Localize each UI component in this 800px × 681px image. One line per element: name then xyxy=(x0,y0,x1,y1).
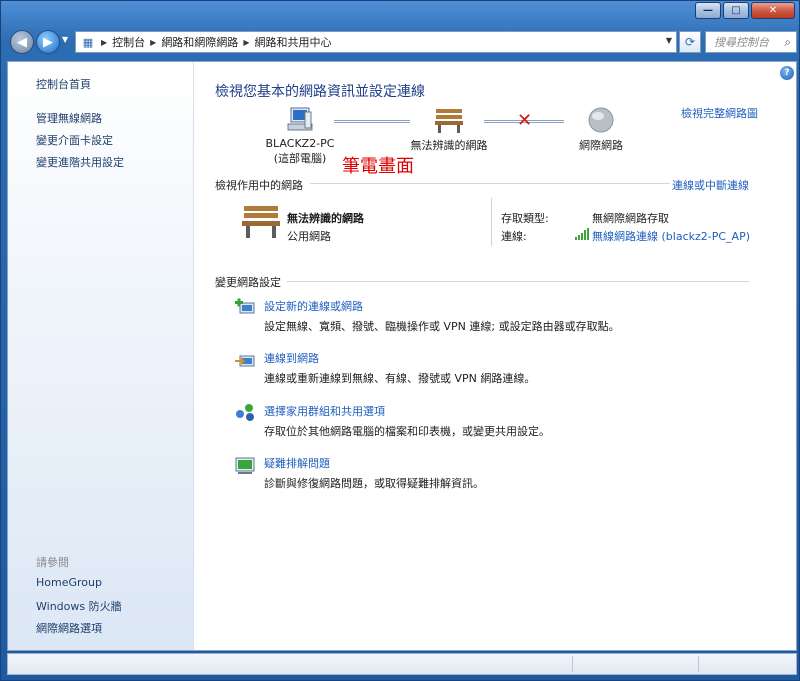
sidebar: 控制台首頁 管理無線網路 變更介面卡設定 變更進階共用設定 請參閱 HomeGr… xyxy=(8,62,194,650)
see-also-firewall[interactable]: Windows 防火牆 xyxy=(36,598,122,614)
address-dropdown-icon[interactable]: ▼ xyxy=(666,36,672,45)
vertical-divider xyxy=(491,198,492,246)
chevron-right-icon[interactable]: ▶ xyxy=(101,38,107,47)
connect-network-icon xyxy=(235,355,255,367)
page-title: 檢視您基本的網路資訊並設定連線 xyxy=(215,84,425,100)
help-icon[interactable]: ? xyxy=(780,66,794,80)
map-node-network[interactable]: 無法辨識的網路 xyxy=(394,106,504,153)
navigation-bar: ◀ ▶ ▼ ▦ ▶ 控制台 ▶ 網路和網際網路 ▶ 網路和共用中心 ▼ ⟳ 搜尋… xyxy=(7,27,797,57)
internet-label: 網際網路 xyxy=(579,139,623,152)
close-button[interactable]: ✕ xyxy=(751,2,795,19)
title-bar: — □ ✕ xyxy=(1,1,800,25)
search-input[interactable]: 搜尋控制台 ⌕ xyxy=(705,31,797,53)
task-connect-network[interactable]: 連線到網路 xyxy=(264,350,319,366)
section-divider xyxy=(287,281,749,282)
status-bar xyxy=(7,653,797,675)
see-also-internet-options[interactable]: 網際網路選項 xyxy=(36,620,102,636)
troubleshoot-icon xyxy=(235,457,255,474)
network-label: 無法辨識的網路 xyxy=(410,139,488,152)
status-divider xyxy=(698,656,699,672)
see-also-heading: 請參閱 xyxy=(36,556,69,569)
breadcrumb-control-panel[interactable]: 控制台 xyxy=(112,34,145,50)
breadcrumb-network-internet[interactable]: 網路和網際網路 xyxy=(161,34,238,50)
minimize-button[interactable]: — xyxy=(695,2,721,19)
content-area: 控制台首頁 管理無線網路 變更介面卡設定 變更進階共用設定 請參閱 HomeGr… xyxy=(7,61,797,651)
active-networks-heading: 檢視作用中的網路 xyxy=(215,179,303,192)
map-node-computer[interactable]: BLACKZ2-PC (這部電腦) xyxy=(250,106,350,166)
new-connection-icon xyxy=(235,298,255,314)
computer-icon xyxy=(287,107,313,131)
bench-icon xyxy=(242,206,280,238)
arrow-left-icon: ◀ xyxy=(17,34,27,50)
arrow-right-icon: ▶ xyxy=(43,34,53,50)
sidebar-link-advanced-sharing[interactable]: 變更進階共用設定 xyxy=(36,154,124,170)
active-network-name: 無法辨識的網路 xyxy=(287,212,364,225)
sidebar-home-link[interactable]: 控制台首頁 xyxy=(36,76,91,92)
refresh-button[interactable]: ⟳ xyxy=(679,31,701,53)
map-node-internet[interactable]: 網際網路 xyxy=(556,106,646,153)
maximize-button[interactable]: □ xyxy=(723,2,749,19)
task-troubleshoot[interactable]: 疑難排解問題 xyxy=(264,455,330,471)
full-map-link[interactable]: 檢視完整網路圖 xyxy=(681,105,758,121)
sidebar-link-manage-wireless[interactable]: 管理無線網路 xyxy=(36,110,102,126)
chevron-right-icon[interactable]: ▶ xyxy=(243,38,249,47)
access-type-label: 存取類型: xyxy=(501,212,549,225)
breadcrumb-network-sharing[interactable]: 網路和共用中心 xyxy=(254,34,331,50)
task-homegroup-sharing-desc: 存取位於其他網路電腦的檔案和印表機，或變更共用設定。 xyxy=(264,425,550,438)
sidebar-link-adapter-settings[interactable]: 變更介面卡設定 xyxy=(36,132,113,148)
globe-icon xyxy=(588,107,614,133)
homegroup-icon xyxy=(236,404,254,421)
recent-pages-dropdown[interactable]: ▼ xyxy=(62,35,68,44)
bench-icon xyxy=(435,109,463,133)
window-controls: — □ ✕ xyxy=(695,2,795,19)
section-divider xyxy=(310,183,670,184)
back-button[interactable]: ◀ xyxy=(10,30,34,54)
status-divider xyxy=(572,656,573,672)
no-connection-x-icon: ✕ xyxy=(517,110,533,131)
control-panel-icon: ▦ xyxy=(82,35,94,49)
change-settings-heading: 變更網路設定 xyxy=(215,276,281,289)
chevron-right-icon[interactable]: ▶ xyxy=(150,38,156,47)
active-network-type[interactable]: 公用網路 xyxy=(287,228,331,244)
forward-button[interactable]: ▶ xyxy=(36,30,60,54)
see-also-homegroup[interactable]: HomeGroup xyxy=(36,576,102,589)
computer-name: BLACKZ2-PC xyxy=(265,137,335,150)
search-placeholder: 搜尋控制台 xyxy=(714,36,769,49)
search-icon: ⌕ xyxy=(784,35,791,49)
refresh-icon: ⟳ xyxy=(684,35,696,49)
task-troubleshoot-desc: 診斷與修復網路問題，或取得疑難排解資訊。 xyxy=(264,477,484,490)
connections-label: 連線: xyxy=(501,230,527,243)
wireless-connection-link[interactable]: 無線網路連線 (blackz2-PC_AP) xyxy=(592,228,750,244)
connect-disconnect-link[interactable]: 連線或中斷連線 xyxy=(672,177,749,193)
address-bar[interactable]: ▦ ▶ 控制台 ▶ 網路和網際網路 ▶ 網路和共用中心 ▼ xyxy=(75,31,677,53)
computer-subtitle: (這部電腦) xyxy=(273,152,327,165)
window: — □ ✕ ◀ ▶ ▼ ▦ ▶ 控制台 ▶ 網路和網際網路 ▶ 網路和共用中心 … xyxy=(0,0,800,681)
task-homegroup-sharing[interactable]: 選擇家用群組和共用選項 xyxy=(264,403,385,419)
annotation-text: 筆電畫面 xyxy=(342,156,414,177)
task-setup-connection[interactable]: 設定新的連線或網路 xyxy=(264,298,363,314)
access-type-value: 無網際網路存取 xyxy=(592,212,669,225)
wifi-signal-icon xyxy=(575,228,589,240)
main-panel: ? 檢視您基本的網路資訊並設定連線 檢視完整網路圖 BLACKZ2-PC (這部… xyxy=(194,62,796,650)
task-setup-connection-desc: 設定無線、寬頻、撥號、臨機操作或 VPN 連線; 或設定路由器或存取點。 xyxy=(264,320,620,333)
task-connect-network-desc: 連線或重新連線到無線、有線、撥號或 VPN 網路連線。 xyxy=(264,372,536,385)
